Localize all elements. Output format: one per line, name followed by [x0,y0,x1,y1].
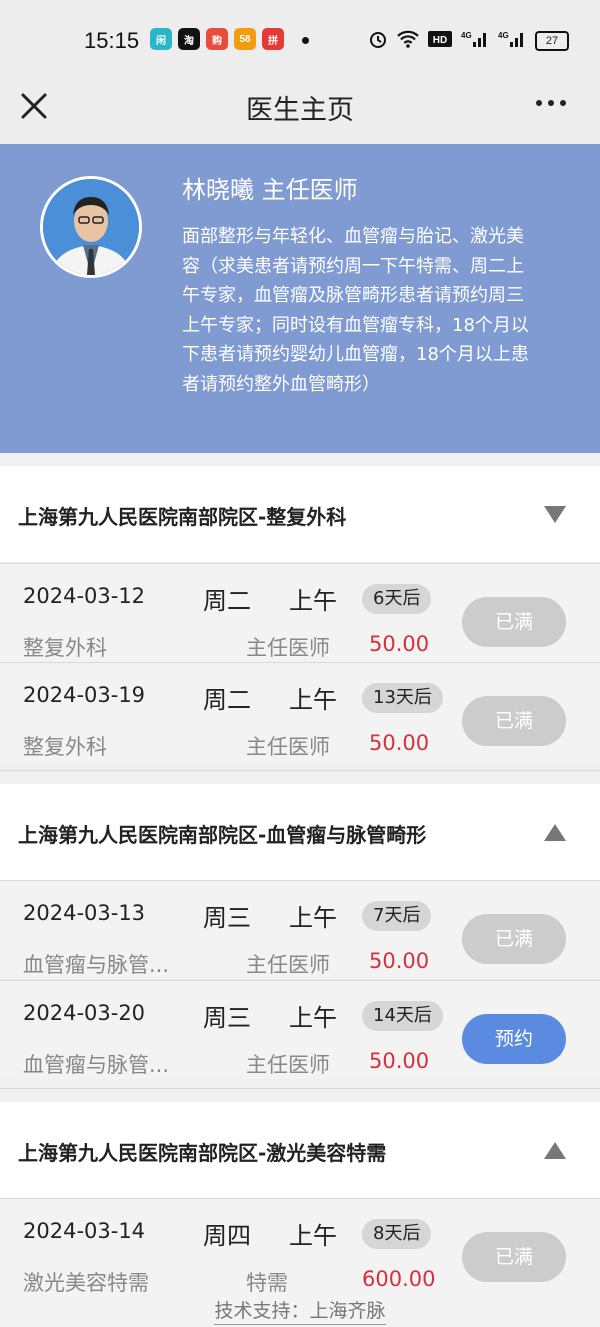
slot-fee: 50.00 [369,949,430,973]
slot-fee: 50.00 [369,1049,430,1073]
slot-doctor-title: 主任医师 [246,735,330,759]
slot-doctor-title: 主任医师 [246,1053,330,1077]
full-button[interactable]: 已满 [462,914,566,964]
schedule-slot: 2024-03-19 周二 上午 13天后 整复外科 主任医师 50.00 已满 [0,662,600,761]
chevron-down-icon[interactable] [544,506,566,523]
section-title: 上海第九人民医院南部院区-整复外科 [18,505,347,529]
section-header-reconstructive[interactable]: 上海第九人民医院南部院区-整复外科 [0,466,600,562]
slot-doctor-title: 主任医师 [246,953,330,977]
slot-date: 2024-03-19 [23,683,146,707]
more-icon[interactable] [536,100,566,106]
slot-weekday: 周二 [203,587,251,615]
slot-days-badge: 14天后 [362,1001,443,1031]
section-header-laser[interactable]: 上海第九人民医院南部院区-激光美容特需 [0,1102,600,1198]
slot-weekday: 周三 [203,904,251,932]
slot-department: 整复外科 [23,636,107,660]
doctor-description: 面部整形与年轻化、血管瘤与胎记、激光美容（求美患者请预约周一下午特需、周二上午专… [182,226,529,395]
slot-department: 血管瘤与脉管... [23,953,170,977]
slot-doctor-title: 特需 [246,1271,288,1295]
svg-text:4G: 4G [461,31,472,40]
battery-icon: 27 [535,30,569,51]
slot-days-badge: 8天后 [362,1219,432,1249]
svg-text:4G: 4G [498,31,509,40]
slot-fee: 50.00 [369,632,430,656]
slot-date: 2024-03-13 [23,901,146,925]
book-button[interactable]: 预约 [462,1014,566,1064]
status-system-icons: HD 4G 4G 27 [368,29,569,52]
slot-period: 上午 [289,686,337,714]
svg-text:HD: HD [433,35,447,46]
slot-fee: 50.00 [369,731,430,755]
status-time: 15:15 [84,28,140,53]
status-app-icons: 闲 淘 购 58 拼 [150,28,284,50]
notification-dot-icon [302,37,309,44]
tech-support-link[interactable]: 技术支持：上海齐脉 [214,1300,386,1325]
slot-department: 血管瘤与脉管... [23,1053,170,1077]
app-icon-taobao: 淘 [178,28,200,50]
slot-date: 2024-03-12 [23,584,146,608]
slot-weekday: 周二 [203,686,251,714]
slot-department: 激光美容特需 [23,1271,149,1295]
chevron-up-icon[interactable] [544,824,566,841]
alarm-icon [368,29,388,52]
slot-doctor-title: 主任医师 [246,636,330,660]
slot-weekday: 周四 [203,1222,251,1250]
signal-icon-2: 4G [498,30,526,51]
schedule-slot: 2024-03-13 周三 上午 7天后 血管瘤与脉管... 主任医师 50.0… [0,880,600,979]
wifi-icon [397,30,419,51]
page-title: 医生主页 [246,95,354,126]
slot-date: 2024-03-20 [23,1001,146,1025]
app-icon-58: 58 [234,28,256,50]
app-icon-shop: 购 [206,28,228,50]
slot-days-badge: 7天后 [362,901,432,931]
schedule-slot: 2024-03-20 周三 上午 14天后 血管瘤与脉管... 主任医师 50.… [0,980,600,1079]
section-title: 上海第九人民医院南部院区-激光美容特需 [18,1141,387,1165]
slot-days-badge: 13天后 [362,683,443,713]
full-button[interactable]: 已满 [462,696,566,746]
slot-period: 上午 [289,904,337,932]
slot-department: 整复外科 [23,735,107,759]
divider [0,1088,600,1089]
navigation-bar: 医生主页 [0,80,600,144]
chevron-up-icon[interactable] [544,1142,566,1159]
slot-period: 上午 [289,1004,337,1032]
slot-weekday: 周三 [203,1004,251,1032]
hd-icon: HD [428,31,452,50]
slot-period: 上午 [289,587,337,615]
app-icon-pdd: 拼 [262,28,284,50]
divider [0,770,600,771]
app-icon-xianyu: 闲 [150,28,172,50]
slot-date: 2024-03-14 [23,1219,146,1243]
slot-days-badge: 6天后 [362,584,432,614]
full-button[interactable]: 已满 [462,597,566,647]
signal-icon: 4G [461,30,489,51]
slot-period: 上午 [289,1222,337,1250]
section-header-vascular[interactable]: 上海第九人民医院南部院区-血管瘤与脉管畸形 [0,784,600,880]
status-bar: 15:15 闲 淘 购 58 拼 HD 4G 4G 27 [0,0,600,80]
footer: 技术支持：上海齐脉 [0,1296,600,1325]
section-title: 上海第九人民医院南部院区-血管瘤与脉管畸形 [18,823,427,847]
doctor-name: 林晓曦 主任医师 [182,176,358,204]
doctor-avatar [40,176,142,278]
schedule-slot: 2024-03-12 周二 上午 6天后 整复外科 主任医师 50.00 已满 [0,563,600,662]
full-button[interactable]: 已满 [462,1232,566,1282]
slot-fee: 600.00 [362,1267,436,1291]
doctor-profile: 林晓曦 主任医师 面部整形与年轻化、血管瘤与胎记、激光美容（求美患者请预约周一下… [0,144,600,453]
